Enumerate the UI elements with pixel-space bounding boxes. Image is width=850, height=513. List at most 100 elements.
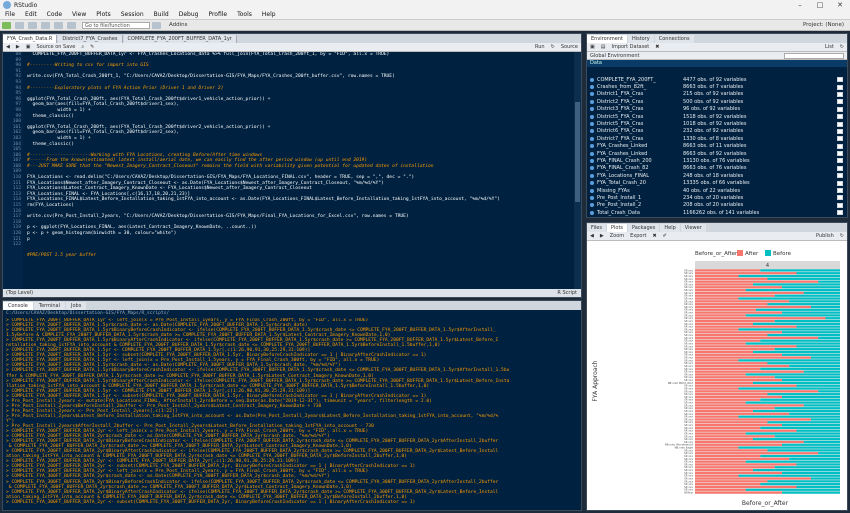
plots-tab-3[interactable]: Help xyxy=(660,224,680,232)
dataframe-icon[interactable] xyxy=(590,203,594,208)
save-file-icon[interactable]: ▣ xyxy=(26,44,31,50)
code-line[interactable]: FYA_Locations_FINAL$Latest_Before_Instal… xyxy=(27,197,575,203)
search-icon[interactable]: ⌕ xyxy=(81,44,84,50)
view-table-icon[interactable] xyxy=(837,84,843,90)
object-name[interactable]: Pre_Post_Install_2 xyxy=(597,202,683,208)
object-name[interactable]: FYA_Crashes_Linked xyxy=(597,151,683,157)
view-table-icon[interactable] xyxy=(837,195,843,201)
menu-debug[interactable]: Debug xyxy=(174,11,204,18)
view-table-icon[interactable] xyxy=(837,180,843,186)
scope-indicator[interactable]: (Top Level) xyxy=(6,290,33,296)
menu-plots[interactable]: Plots xyxy=(91,11,115,18)
forward-icon[interactable]: ▶ xyxy=(16,44,20,50)
save-all-icon[interactable] xyxy=(54,21,63,29)
file-type-indicator[interactable]: R Script xyxy=(557,290,577,296)
object-name[interactable]: FYA_Crashes_Linked xyxy=(597,143,683,149)
back-icon[interactable]: ◀ xyxy=(6,44,10,50)
environment-row[interactable]: FYA_FINAL_Crash_200 13130 obs. of 76 vari… xyxy=(587,157,847,164)
plots-tab-2[interactable]: Packages xyxy=(628,224,660,232)
code-area[interactable]: 88 89 90 91 92 93 94 95 96 97 98 99 100 101 102 103 104 1… xyxy=(3,52,575,289)
environment-row[interactable]: FYA_Total_Crash_20 13335 obs. of 66 varia… xyxy=(587,179,847,186)
object-name[interactable]: District6_FYA_Cras xyxy=(597,128,683,134)
environment-scope-select[interactable]: Global Environment xyxy=(590,53,639,59)
editor-scrollbar-thumb[interactable] xyxy=(575,102,580,202)
open-file-icon[interactable] xyxy=(28,21,37,29)
new-file-icon[interactable] xyxy=(2,21,11,29)
source-on-save-checkbox[interactable]: Source on Save xyxy=(36,44,75,50)
console-output[interactable]: > COMPLETE_FYA_200FT_BUFFER_DATA_1yr <- … xyxy=(6,318,576,510)
export-button[interactable]: Export xyxy=(630,233,646,239)
code-lines[interactable]: COMPLETE_FYA_200FT_BUFFER_DATA_1yr <- FY… xyxy=(27,52,575,259)
object-name[interactable]: FYA_FINAL_Crash_82 xyxy=(597,165,683,171)
dataframe-icon[interactable] xyxy=(590,188,594,193)
new-project-icon[interactable] xyxy=(15,21,24,29)
zoom-button[interactable]: Zoom xyxy=(610,233,624,239)
object-name[interactable]: Crashes_from_82ft_ xyxy=(597,84,683,90)
maximize-icon[interactable]: □ xyxy=(810,1,830,9)
clear-plots-icon[interactable]: ✐ xyxy=(663,233,667,239)
plots-tab-4[interactable]: Viewer xyxy=(680,224,706,232)
project-menu[interactable]: Project: (None) xyxy=(803,22,844,28)
view-table-icon[interactable] xyxy=(837,136,843,142)
view-table-icon[interactable] xyxy=(837,151,843,157)
goto-file-input[interactable]: Go to file/function xyxy=(82,21,150,29)
environment-row[interactable]: FYA_Crashes_Linked 8663 obs. of 11 variab… xyxy=(587,143,847,150)
editor-scrollbar[interactable] xyxy=(574,52,581,289)
save-workspace-icon[interactable]: ▤ xyxy=(601,44,606,50)
dataframe-icon[interactable] xyxy=(590,151,594,156)
import-dataset-button[interactable]: Import Dataset xyxy=(611,44,649,50)
menu-build[interactable]: Build xyxy=(149,11,174,18)
environment-search-input[interactable] xyxy=(784,52,844,59)
view-table-icon[interactable] xyxy=(837,121,843,127)
save-icon[interactable] xyxy=(41,21,50,29)
run-button[interactable]: Run xyxy=(535,44,545,50)
dataframe-icon[interactable] xyxy=(590,92,594,97)
environment-row[interactable]: Crashes_from_82ft_ 8663 obs. of 7 variabl… xyxy=(587,83,847,90)
object-name[interactable]: FYA_Total_Crash_20 xyxy=(597,180,683,186)
environment-tab-1[interactable]: History xyxy=(627,35,654,43)
environment-tab-0[interactable]: Environment xyxy=(587,35,627,43)
wand-icon[interactable]: ✎ xyxy=(90,44,94,50)
environment-row[interactable]: District3_FYA_Cras 96 obs. of 92 variable… xyxy=(587,106,847,113)
menu-code[interactable]: Code xyxy=(42,11,67,18)
environment-row[interactable]: Total_Crash_Data 1166262 obs. of 141 vari… xyxy=(587,209,847,216)
dataframe-icon[interactable] xyxy=(590,158,594,163)
editor-tab-2[interactable]: COMPLETE_FYA_200FT_BUFFER_DATA_1yr xyxy=(123,35,237,43)
object-name[interactable]: District2_FYA_Cras xyxy=(597,99,683,105)
object-name[interactable]: COMPLETE_FYA_200FT_ xyxy=(597,77,683,83)
dataframe-icon[interactable] xyxy=(590,107,594,112)
dataframe-icon[interactable] xyxy=(590,181,594,186)
dataframe-icon[interactable] xyxy=(590,144,594,149)
console-tab-2[interactable]: Jobs xyxy=(66,302,87,310)
environment-row[interactable]: District5_FYA_Cras 1518 obs. of 92 variab… xyxy=(587,113,847,120)
view-table-icon[interactable] xyxy=(837,158,843,164)
dataframe-icon[interactable] xyxy=(590,210,594,215)
print-icon[interactable] xyxy=(67,21,76,29)
environment-row[interactable]: FYA_Locations_FINAL 248 obs. of 18 variab… xyxy=(587,172,847,179)
dataframe-icon[interactable] xyxy=(590,173,594,178)
addins-menu[interactable]: Addins xyxy=(169,22,188,28)
dataframe-icon[interactable] xyxy=(590,195,594,200)
prev-plot-icon[interactable]: ◀ xyxy=(590,233,594,239)
environment-row[interactable]: District5_FYA_Cras 1018 obs. of 92 variab… xyxy=(587,120,847,127)
next-plot-icon[interactable]: ▶ xyxy=(600,233,604,239)
object-name[interactable]: Total_Crash_Data xyxy=(597,210,683,216)
view-table-icon[interactable] xyxy=(837,99,843,105)
broom-icon[interactable]: ✖ xyxy=(655,44,659,50)
rerun-icon[interactable]: ↻ xyxy=(551,44,555,50)
view-table-icon[interactable] xyxy=(837,173,843,179)
console-tab-1[interactable]: Terminal xyxy=(33,302,65,310)
environment-row[interactable]: Pre_Post_Install_2 208 obs. of 20 variabl… xyxy=(587,202,847,209)
environment-row[interactable]: FYA_Crashes_Linked 8663 obs. of 92 variab… xyxy=(587,150,847,157)
view-table-icon[interactable] xyxy=(837,106,843,112)
plots-tab-0[interactable]: Files xyxy=(587,224,606,232)
dataframe-icon[interactable] xyxy=(590,166,594,171)
list-view-menu[interactable]: List xyxy=(825,44,834,50)
object-name[interactable]: District7_FYA_Cras xyxy=(597,136,683,142)
object-name[interactable]: FYA_FINAL_Crash_200 xyxy=(597,158,683,164)
menu-profile[interactable]: Profile xyxy=(203,11,232,18)
source-button[interactable]: Source xyxy=(561,44,578,50)
object-name[interactable]: Pre_Post_Install_1 xyxy=(597,195,683,201)
editor-tab-1[interactable]: District7_FYA_Crashes xyxy=(58,35,123,43)
dataframe-icon[interactable] xyxy=(590,99,594,104)
